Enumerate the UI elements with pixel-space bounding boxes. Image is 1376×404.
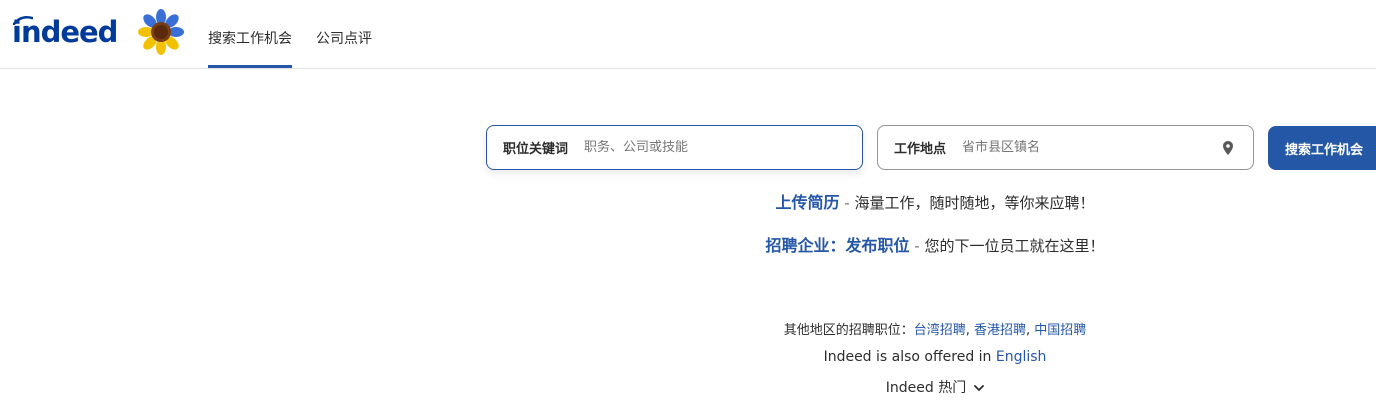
employer-text: 您的下一位员工就在这里！ (924, 237, 1105, 255)
what-label: 职位关键词 (503, 142, 569, 157)
popular-toggle[interactable]: Indeed 热门 (500, 377, 1370, 397)
regions-prefix: 其他地区的招聘职位： (783, 323, 914, 338)
region-link-china[interactable]: 中国招聘 (1034, 323, 1086, 338)
what-input[interactable] (584, 140, 805, 155)
location-pin-icon (1223, 141, 1233, 155)
search-jobs-button[interactable]: 搜索工作机会 (1268, 126, 1376, 170)
language-link-english[interactable]: English (996, 349, 1047, 365)
language-prefix: Indeed is also offered in (823, 349, 996, 365)
nav-find-jobs[interactable]: 搜索工作机会 (208, 30, 292, 48)
nav-active-underline (208, 65, 292, 68)
upload-text: 海量工作，随时随地，等你来应聘！ (854, 194, 1095, 212)
upload-resume-line: 上传简历 - 海量工作，随时随地，等你来应聘！ (500, 189, 1370, 213)
employer-sep: - (909, 237, 925, 255)
indeed-logo[interactable]: indeed (12, 14, 118, 50)
employer-line: 招聘企业：发布职位 - 您的下一位员工就在这里！ (500, 232, 1370, 256)
nav-company-reviews[interactable]: 公司点评 (316, 30, 372, 48)
other-regions-line: 其他地区的招聘职位：台湾招聘, 香港招聘, 中国招聘 (500, 319, 1370, 338)
sunflower-icon (138, 9, 184, 55)
upload-resume-link[interactable]: 上传简历 (776, 193, 840, 212)
region-link-taiwan[interactable]: 台湾招聘 (914, 323, 966, 338)
popular-label: Indeed 热门 (885, 380, 967, 396)
top-header: indeed 搜索工作机会 公司点评 (0, 0, 1376, 69)
logo-arc-icon (13, 15, 33, 25)
post-job-link[interactable]: 招聘企业：发布职位 (766, 236, 910, 255)
upload-sep: - (839, 194, 855, 212)
chevron-down-icon (974, 384, 985, 391)
language-line: Indeed is also offered in English (500, 349, 1370, 365)
region-sep: , (965, 323, 974, 338)
region-link-hongkong[interactable]: 香港招聘 (974, 323, 1026, 338)
where-search-field[interactable]: 工作地点 (877, 125, 1254, 170)
what-search-field[interactable]: 职位关键词 (486, 125, 863, 170)
where-label: 工作地点 (894, 142, 947, 157)
where-input[interactable] (962, 140, 1183, 155)
